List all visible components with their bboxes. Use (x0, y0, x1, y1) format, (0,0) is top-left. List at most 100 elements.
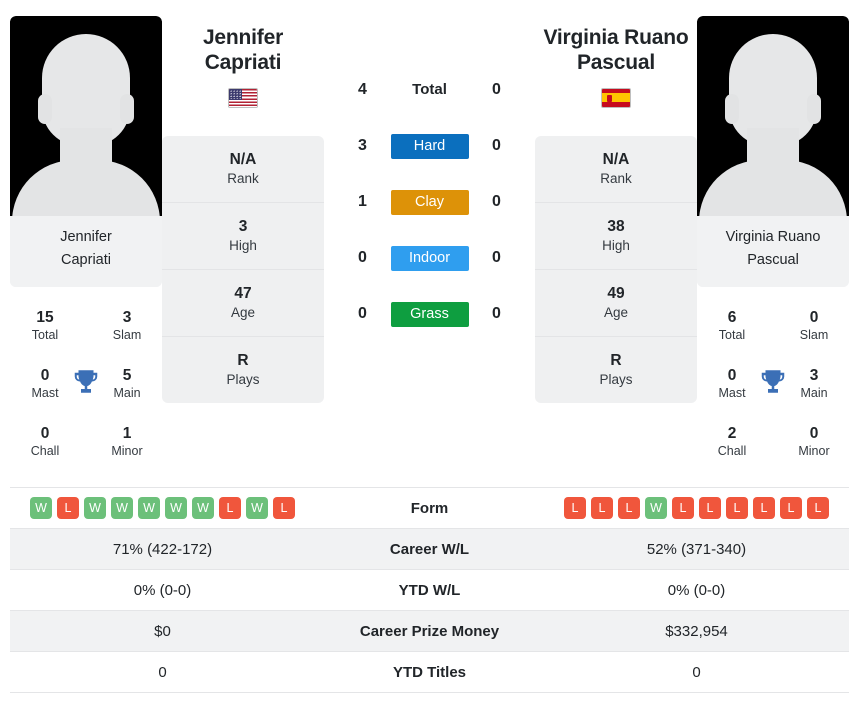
table-row: 0% (0-0) YTD W/L 0% (0-0) (10, 569, 849, 611)
left-player-first-name: Jennifer (202, 26, 284, 49)
left-minor-titles-label: Minor (111, 444, 143, 459)
left-slam-titles-value: 3 (122, 308, 132, 326)
row-label-ytd-wl: YTD W/L (315, 569, 544, 611)
row-label-ytd-titles: YTD Titles (315, 651, 544, 693)
left-player-last-name: Capriati (204, 50, 282, 74)
left-minor-titles: 1 Minor (96, 424, 158, 460)
form-result-win: W (111, 497, 133, 519)
form-result-win: W (192, 497, 214, 519)
form-result-win: W (645, 497, 667, 519)
left-slam-titles-label: Slam (112, 328, 142, 343)
table-row: 0 YTD Titles 0 (10, 651, 849, 693)
left-career-wl-value: 71% (422-172) (10, 528, 315, 570)
surface-row-clay: 1 Clay 0 (324, 174, 535, 230)
left-player-avatar (10, 16, 162, 216)
right-slam-titles-value: 0 (809, 308, 819, 326)
es-flag-icon (601, 87, 631, 108)
form-result-loss: L (807, 497, 829, 519)
row-label-prize-money: Career Prize Money (315, 610, 544, 652)
right-form-cell: LLLWLLLLLL (544, 487, 849, 529)
left-player-attributes-card: N/A Rank 3 High 47 Age R Plays (162, 135, 324, 403)
right-masters-titles: 0 Mast (701, 366, 763, 402)
surface-clay-badge: Clay (390, 189, 469, 215)
left-caption-first: Jennifer (60, 229, 112, 245)
right-slam-titles: 0 Slam (783, 308, 845, 344)
form-result-win: W (138, 497, 160, 519)
top-comparison-area: Jennifer Capriati 15 Total 3 Slam 0 Mast… (0, 0, 859, 487)
surface-grass-right-count: 0 (492, 305, 501, 322)
right-challenger-titles: 2 Chall (701, 424, 763, 460)
surface-row-hard: 3 Hard 0 (324, 118, 535, 174)
surface-clay-right-count: 0 (492, 193, 501, 210)
right-player-last-name: Pascual (577, 50, 655, 74)
surface-grass-badge: Grass (390, 301, 469, 327)
right-caption-last: Pascual (747, 252, 799, 269)
form-result-loss: L (219, 497, 241, 519)
table-row: 71% (422-172) Career W/L 52% (371-340) (10, 528, 849, 570)
left-main-titles-label: Main (113, 386, 141, 401)
right-minor-titles-value: 0 (809, 424, 819, 442)
left-player-photo-card[interactable]: Jennifer Capriati (10, 16, 162, 287)
right-player-attributes-card: N/A Rank 38 High 49 Age R Plays (535, 135, 697, 403)
form-result-loss: L (57, 497, 79, 519)
right-main-titles-value: 3 (809, 366, 819, 384)
surface-hard-right-count: 0 (492, 137, 501, 154)
left-high-label: High (229, 237, 257, 253)
left-masters-titles: 0 Mast (14, 366, 76, 402)
left-rank-label: Rank (227, 170, 259, 186)
left-attribute-age: 47 Age (162, 270, 324, 337)
left-player-photo-caption: Jennifer Capriati (10, 216, 162, 287)
right-player-photo-card[interactable]: Virginia Ruano Pascual (697, 16, 849, 287)
left-titles-row-3: 0 Chall 1 Minor (14, 413, 158, 471)
right-rank-value: N/A (602, 150, 630, 168)
left-player-name[interactable]: Jennifer Capriati (162, 26, 324, 76)
form-result-loss: L (273, 497, 295, 519)
us-flag-icon (228, 87, 258, 108)
surface-clay-left-count: 1 (358, 193, 367, 210)
surface-row-indoor: 0 Indoor 0 (324, 230, 535, 286)
left-age-value: 47 (234, 284, 252, 302)
form-result-win: W (165, 497, 187, 519)
left-slam-titles: 3 Slam (96, 308, 158, 344)
player-comparison-page: Jennifer Capriati 15 Total 3 Slam 0 Mast… (0, 0, 859, 705)
right-total-titles-label: Total (718, 328, 746, 343)
form-result-win: W (30, 497, 52, 519)
right-ytd-titles-value: 0 (544, 651, 849, 693)
form-result-loss: L (564, 497, 586, 519)
avatar-shoulders (699, 160, 847, 216)
right-main-titles: 3 Main (783, 366, 845, 402)
avatar-ear-left (38, 94, 52, 124)
comparison-stats-table: WLWWWWWLWL Form LLLWLLLLLL 71% (422-172)… (10, 487, 849, 693)
right-plays-label: Plays (599, 371, 633, 387)
left-player-titles-grid: 15 Total 3 Slam 0 Mast 5 Main 0 Chall 1 … (10, 297, 162, 471)
right-player-name[interactable]: Virginia Ruano Pascual (535, 26, 697, 76)
form-result-loss: L (726, 497, 748, 519)
left-total-titles-value: 15 (36, 308, 54, 326)
left-age-label: Age (230, 304, 256, 320)
right-main-titles-label: Main (800, 386, 828, 401)
row-label-career-wl: Career W/L (315, 528, 544, 570)
left-challenger-titles-label: Chall (30, 444, 60, 459)
surface-total-label: Total (412, 81, 447, 98)
left-attribute-rank: N/A Rank (162, 136, 324, 203)
surface-indoor-badge: Indoor (390, 245, 469, 271)
left-plays-value: R (237, 351, 249, 369)
form-result-loss: L (618, 497, 640, 519)
surface-row-total: 4 Total 0 (324, 62, 535, 118)
right-titles-row-2: 0 Mast 3 Main (701, 355, 845, 413)
right-attribute-rank: N/A Rank (535, 136, 697, 203)
surface-total-right-count: 0 (492, 81, 501, 98)
left-masters-titles-label: Mast (31, 386, 59, 401)
form-result-loss: L (591, 497, 613, 519)
right-slam-titles-label: Slam (799, 328, 829, 343)
right-career-wl-value: 52% (371-340) (544, 528, 849, 570)
form-result-loss: L (780, 497, 802, 519)
right-age-value: 49 (607, 284, 625, 302)
avatar-shoulders (12, 160, 160, 216)
left-form-strip: WLWWWWWLWL (10, 497, 315, 519)
right-masters-titles-value: 0 (727, 366, 737, 384)
right-high-label: High (602, 237, 630, 253)
right-rank-label: Rank (600, 170, 632, 186)
left-ytd-wl-value: 0% (0-0) (10, 569, 315, 611)
right-total-titles-value: 6 (727, 308, 737, 326)
